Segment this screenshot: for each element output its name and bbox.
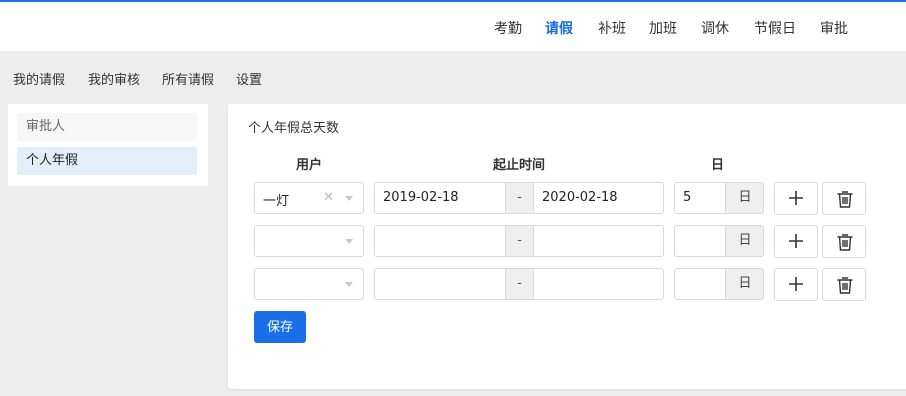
- chevron-down-icon: [345, 196, 353, 201]
- start-date-value: 2019-02-18: [383, 190, 459, 205]
- days-value: 5: [683, 190, 692, 205]
- subnav-my-review[interactable]: 我的审核: [88, 69, 140, 88]
- column-header-days: 日: [711, 158, 725, 173]
- days-unit-addon: 日: [725, 269, 763, 299]
- user-select-value: 一灯: [263, 194, 290, 209]
- days-unit-addon: 日: [725, 183, 763, 213]
- trash-icon: [837, 191, 853, 208]
- add-row-button[interactable]: [774, 182, 818, 215]
- days-input[interactable]: 5 日: [674, 182, 764, 214]
- user-select[interactable]: [254, 225, 364, 257]
- delete-row-button[interactable]: [822, 225, 866, 258]
- nav-item-attendance[interactable]: 考勤: [494, 18, 522, 38]
- date-range-picker[interactable]: -: [374, 268, 664, 300]
- days-unit-addon: 日: [725, 226, 763, 256]
- plus-icon: [789, 191, 803, 205]
- delete-row-button[interactable]: [822, 182, 866, 215]
- chevron-down-icon: [345, 239, 353, 244]
- column-header-user: 用户: [296, 158, 323, 173]
- nav-item-approval[interactable]: 审批: [820, 18, 848, 38]
- plus-icon: [789, 277, 803, 291]
- add-row-button[interactable]: [774, 268, 818, 301]
- user-select[interactable]: [254, 268, 364, 300]
- date-range-picker[interactable]: 2019-02-18 - 2020-02-18: [374, 182, 664, 214]
- date-range-picker[interactable]: -: [374, 225, 664, 257]
- top-nav: 考勤 请假 补班 加班 调休 节假日 审批: [0, 0, 906, 51]
- plus-icon: [789, 234, 803, 248]
- nav-item-leave[interactable]: 请假: [545, 18, 573, 38]
- close-icon[interactable]: ✕: [323, 190, 334, 205]
- save-button[interactable]: 保存: [254, 311, 306, 343]
- end-date-value: 2020-02-18: [542, 190, 618, 205]
- nav-item-compensatory[interactable]: 调休: [701, 18, 729, 38]
- add-row-button[interactable]: [774, 225, 818, 258]
- nav-item-holidays[interactable]: 节假日: [754, 18, 796, 38]
- subnav-my-leave[interactable]: 我的请假: [13, 69, 65, 88]
- column-header-range: 起止时间: [493, 158, 546, 173]
- annual-leave-panel: 个人年假总天数 用户 起止时间 日 一灯 ✕ 2019-02-18 - 2020…: [228, 104, 906, 389]
- nav-item-overtime[interactable]: 加班: [649, 18, 677, 38]
- sidebar: 审批人 个人年假: [8, 104, 208, 186]
- range-separator: -: [505, 183, 534, 213]
- range-separator: -: [505, 226, 534, 256]
- days-input[interactable]: 日: [674, 225, 764, 257]
- sidebar-item-annual-leave[interactable]: 个人年假: [17, 147, 197, 175]
- chevron-down-icon: [345, 282, 353, 287]
- range-separator: -: [505, 269, 534, 299]
- subnav-settings[interactable]: 设置: [236, 69, 262, 88]
- subnav-all-leave[interactable]: 所有请假: [162, 69, 214, 88]
- panel-title: 个人年假总天数: [248, 121, 340, 136]
- user-select[interactable]: 一灯 ✕: [254, 182, 364, 214]
- trash-icon: [837, 277, 853, 294]
- days-input[interactable]: 日: [674, 268, 764, 300]
- sidebar-item-approver[interactable]: 审批人: [17, 113, 197, 141]
- trash-icon: [837, 234, 853, 251]
- delete-row-button[interactable]: [822, 268, 866, 301]
- nav-item-makeup[interactable]: 补班: [598, 18, 626, 38]
